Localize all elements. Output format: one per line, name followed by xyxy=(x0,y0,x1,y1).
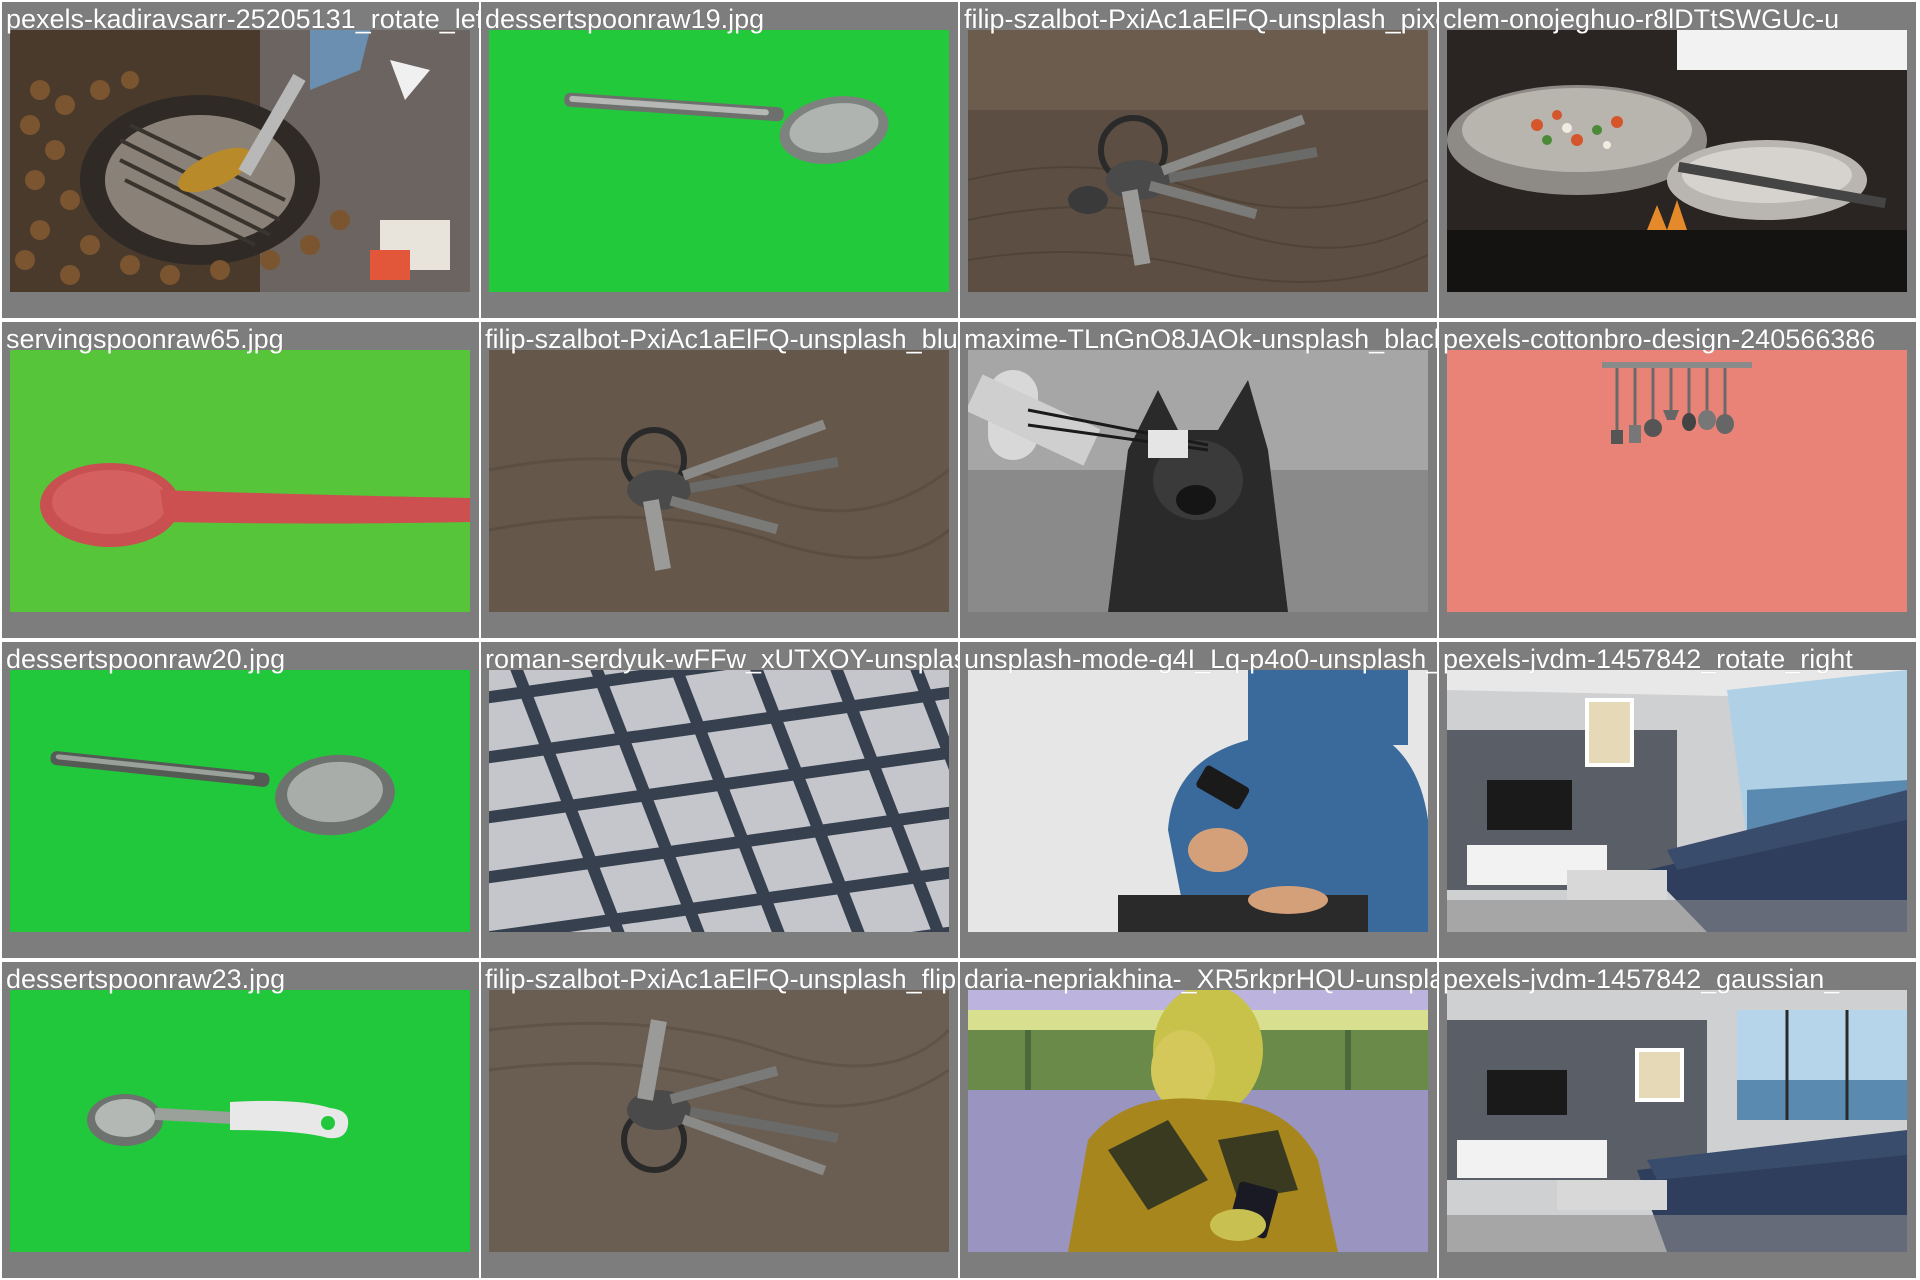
image-tile[interactable]: filip-szalbot-PxiAc1aElFQ-unsplash_pixel… xyxy=(960,2,1437,318)
red-serving-spoon-image xyxy=(10,350,470,612)
dog-sushi-bw-image xyxy=(968,350,1428,612)
living-room-image xyxy=(1447,990,1907,1252)
image-tile[interactable]: dessertspoonraw20.jpg xyxy=(2,642,479,958)
tile-filename: unsplash-mode-g4I_Lq-p4o0-unsplash_gauss… xyxy=(964,644,1437,674)
keys-table-image xyxy=(968,30,1428,292)
white-handle-spoon-image xyxy=(10,990,470,1252)
image-tile[interactable]: pexels-jvdm-1457842_gaussian_ xyxy=(1439,962,1916,1278)
image-tile[interactable]: dessertspoonraw23.jpg xyxy=(2,962,479,1278)
tile-filename: dessertspoonraw23.jpg xyxy=(6,964,286,994)
image-tile[interactable]: daria-nepriakhina-_XR5rkprHQU-unsplash_i… xyxy=(960,962,1437,1278)
woman-phone-image xyxy=(968,990,1428,1252)
tile-filename: pexels-jvdm-1457842_gaussian_ xyxy=(1443,964,1840,994)
image-tile[interactable]: dessertspoonraw19.jpg xyxy=(481,2,958,318)
tile-filename: dessertspoonraw19.jpg xyxy=(485,4,765,34)
tile-filename: pexels-kadiravsarr-25205131_rotate_left xyxy=(6,4,479,34)
image-tile[interactable]: servingspoonraw65.jpg xyxy=(2,322,479,638)
tile-filename: clem-onojeghuo-r8lDTtSWGUc-u xyxy=(1443,4,1840,34)
living-room-image xyxy=(1447,670,1907,932)
tile-filename: dessertspoonraw20.jpg xyxy=(6,644,286,674)
tile-filename: filip-szalbot-PxiAc1aElFQ-unsplash_pixel… xyxy=(964,4,1437,34)
image-tile[interactable]: filip-szalbot-PxiAc1aElFQ-unsplash_flip xyxy=(481,962,958,1278)
tile-filename: filip-szalbot-PxiAc1aElFQ-unsplash_blur xyxy=(485,324,958,354)
utensil-wall-image xyxy=(1447,350,1907,612)
man-phone-image xyxy=(968,670,1428,932)
steel-grid-image xyxy=(489,670,949,932)
keys-table-image xyxy=(489,990,949,1252)
image-tile[interactable]: clem-onojeghuo-r8lDTtSWGUc-u xyxy=(1439,2,1916,318)
image-tile[interactable]: pexels-cottonbro-design-240566386 xyxy=(1439,322,1916,638)
image-grid: pexels-kadiravsarr-25205131_rotate_left xyxy=(0,0,1920,1280)
chestnut-grill-image xyxy=(10,30,470,292)
tile-filename: maxime-TLnGnO8JAOk-unsplash_black_white xyxy=(964,324,1437,354)
tile-filename: servingspoonraw65.jpg xyxy=(6,324,284,354)
tile-filename: filip-szalbot-PxiAc1aElFQ-unsplash_flip xyxy=(485,964,957,994)
image-tile[interactable]: unsplash-mode-g4I_Lq-p4o0-unsplash_gauss… xyxy=(960,642,1437,958)
image-tile[interactable]: maxime-TLnGnO8JAOk-unsplash_black_white xyxy=(960,322,1437,638)
tile-filename: roman-serdyuk-wFFw_xUTXOY-unsplash_media… xyxy=(485,644,958,674)
spoon-green-image xyxy=(10,670,470,932)
spoon-green-image xyxy=(489,30,949,292)
image-tile[interactable]: roman-serdyuk-wFFw_xUTXOY-unsplash_media… xyxy=(481,642,958,958)
keys-table-image xyxy=(489,350,949,612)
tile-filename: pexels-cottonbro-design-240566386 xyxy=(1443,324,1876,354)
tile-filename: pexels-jvdm-1457842_rotate_right xyxy=(1443,644,1853,674)
tile-filename: daria-nepriakhina-_XR5rkprHQU-unsplash_i… xyxy=(964,964,1437,994)
image-tile[interactable]: pexels-kadiravsarr-25205131_rotate_left xyxy=(2,2,479,318)
wok-stove-image xyxy=(1447,30,1907,292)
image-tile[interactable]: filip-szalbot-PxiAc1aElFQ-unsplash_blur xyxy=(481,322,958,638)
image-tile[interactable]: pexels-jvdm-1457842_rotate_right xyxy=(1439,642,1916,958)
